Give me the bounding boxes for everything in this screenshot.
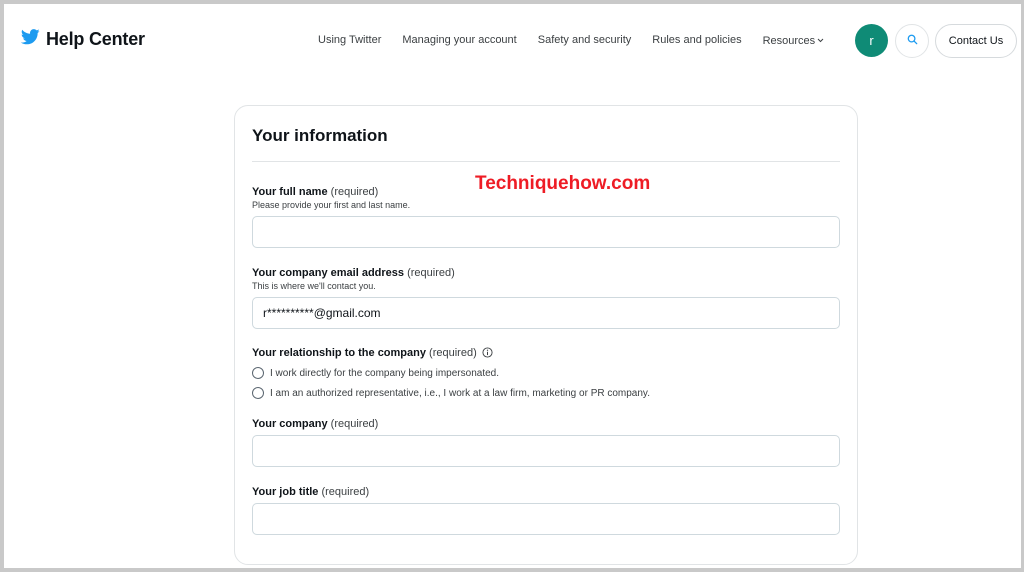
brand-title: Help Center [46, 29, 145, 49]
relationship-option-direct[interactable]: I work directly for the company being im… [252, 367, 499, 379]
user-avatar[interactable]: r [855, 24, 888, 57]
job-title-label: Your job title (required) [252, 486, 369, 498]
company-label-text: Your company [252, 418, 328, 430]
relationship-label: Your relationship to the company (requir… [252, 347, 493, 361]
email-input[interactable] [252, 297, 840, 329]
search-button[interactable] [895, 24, 929, 58]
radio-button[interactable] [252, 367, 264, 379]
email-hint: This is where we'll contact you. [252, 281, 376, 291]
company-required: (required) [330, 418, 379, 430]
twitter-bird-icon [20, 29, 40, 50]
watermark: Techniquehow.com [475, 173, 651, 194]
full-name-label: Your full name (required) [252, 186, 378, 198]
nav-using-twitter[interactable]: Using Twitter [318, 34, 381, 47]
job-title-required: (required) [321, 486, 370, 498]
main-nav: Using Twitter Managing your account Safe… [318, 34, 824, 47]
company-input[interactable] [252, 435, 840, 467]
contact-us-button[interactable]: Contact Us [935, 24, 1017, 58]
nav-resources[interactable]: Resources [763, 34, 825, 47]
full-name-label-text: Your full name [252, 186, 328, 198]
full-name-input[interactable] [252, 216, 840, 248]
full-name-required: (required) [330, 186, 379, 198]
search-icon [907, 32, 918, 50]
nav-safety-security[interactable]: Safety and security [538, 34, 632, 47]
relationship-required: (required) [429, 347, 477, 359]
nav-rules-policies[interactable]: Rules and policies [652, 34, 741, 47]
relationship-option-representative[interactable]: I am an authorized representative, i.e.,… [252, 387, 650, 399]
form-title: Your information [252, 126, 388, 145]
chevron-down-icon [817, 34, 824, 46]
email-required: (required) [407, 267, 455, 279]
radio-label: I am an authorized representative, i.e.,… [270, 387, 650, 399]
job-title-input[interactable] [252, 503, 840, 535]
email-label: Your company email address (required) [252, 267, 455, 279]
relationship-label-text: Your relationship to the company [252, 347, 426, 359]
job-title-label-text: Your job title [252, 486, 319, 498]
nav-resources-label: Resources [762, 35, 816, 47]
divider [252, 161, 840, 162]
information-form-card: Your information Techniquehow.com Your f… [234, 105, 858, 565]
email-label-text: Your company email address [252, 267, 405, 279]
company-label: Your company (required) [252, 418, 378, 430]
help-center-home-link[interactable]: Help Center [20, 29, 145, 50]
site-header: Help Center Using Twitter Managing your … [0, 0, 1024, 82]
nav-managing-account[interactable]: Managing your account [402, 34, 516, 47]
radio-button[interactable] [252, 387, 264, 399]
radio-label: I work directly for the company being im… [270, 367, 499, 379]
full-name-hint: Please provide your first and last name. [252, 200, 411, 210]
info-icon[interactable] [482, 347, 493, 361]
